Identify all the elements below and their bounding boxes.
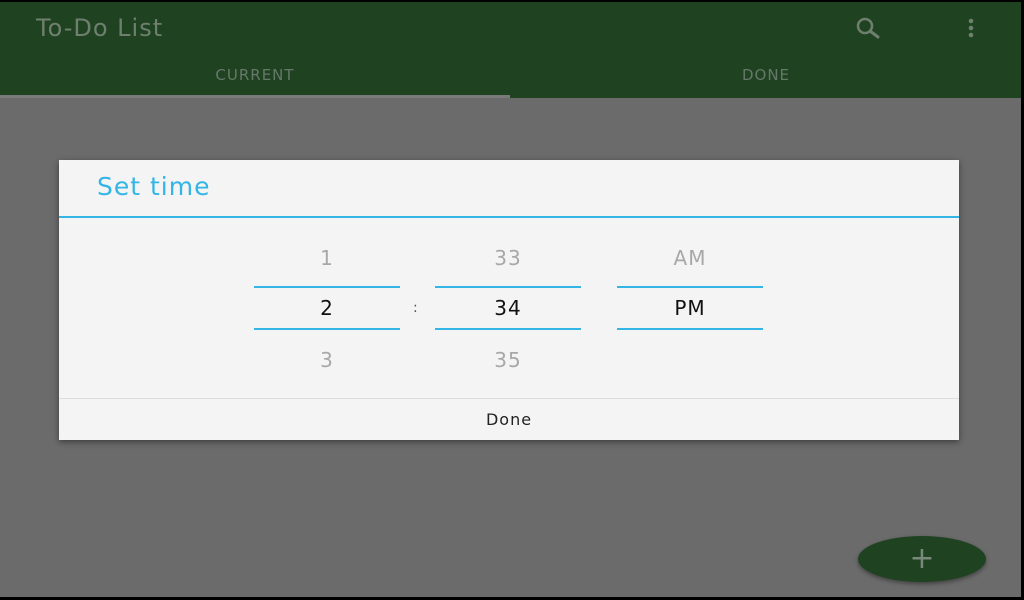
add-task-fab[interactable]: + xyxy=(858,536,986,582)
time-separator: : xyxy=(413,300,418,316)
screen: To-Do List CURRENT DONE Set time 1 2 3 :… xyxy=(0,2,1021,597)
minute-prev-value[interactable]: 33 xyxy=(435,246,581,270)
set-time-dialog: Set time 1 2 3 : 33 34 35 AM PM Done xyxy=(59,160,959,440)
search-icon[interactable] xyxy=(855,16,881,42)
dialog-title: Set time xyxy=(97,172,211,201)
ampm-picker-divider-top xyxy=(617,286,763,288)
app-title: To-Do List xyxy=(36,14,164,42)
app-bar: To-Do List CURRENT DONE xyxy=(0,2,1021,98)
ampm-selected-value[interactable]: PM xyxy=(617,296,763,320)
minute-next-value[interactable]: 35 xyxy=(435,348,581,372)
minute-selected-value[interactable]: 34 xyxy=(435,296,581,320)
ampm-prev-value[interactable]: AM xyxy=(617,246,763,270)
hour-picker-divider-top xyxy=(254,286,400,288)
plus-icon: + xyxy=(909,541,935,576)
hour-selected-value[interactable]: 2 xyxy=(254,296,400,320)
hour-picker-divider-bottom xyxy=(254,328,400,330)
tab-done[interactable]: DONE xyxy=(511,66,1021,84)
tab-current[interactable]: CURRENT xyxy=(0,66,510,84)
tab-indicator xyxy=(0,95,510,98)
overflow-menu-icon[interactable] xyxy=(961,16,981,42)
hour-next-value[interactable]: 3 xyxy=(254,348,400,372)
minute-picker[interactable]: 33 34 35 xyxy=(435,218,581,398)
ampm-picker[interactable]: AM PM xyxy=(617,218,763,398)
hour-picker[interactable]: 1 2 3 xyxy=(254,218,400,398)
hour-prev-value[interactable]: 1 xyxy=(254,246,400,270)
minute-picker-divider-bottom xyxy=(435,328,581,330)
done-button[interactable]: Done xyxy=(59,399,959,440)
ampm-picker-divider-bottom xyxy=(617,328,763,330)
minute-picker-divider-top xyxy=(435,286,581,288)
